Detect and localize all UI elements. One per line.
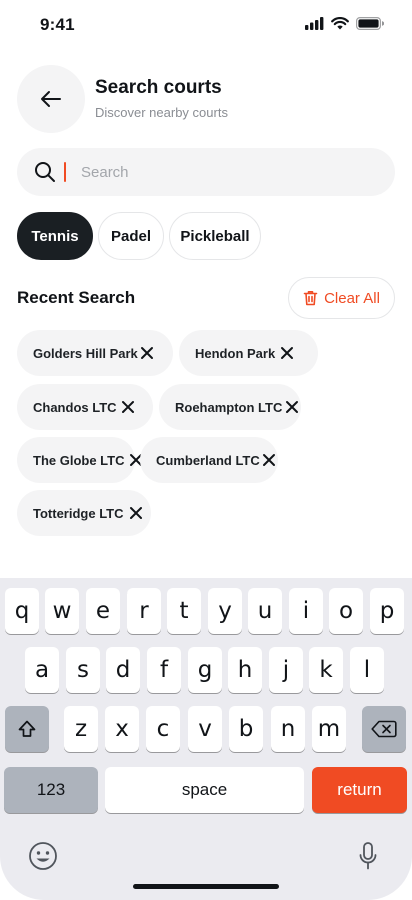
numbers-key[interactable]: 123 xyxy=(4,767,98,813)
back-button[interactable] xyxy=(17,65,85,133)
close-icon[interactable] xyxy=(277,343,297,363)
key-j[interactable]: j xyxy=(269,647,303,693)
status-bar: 9:41 xyxy=(0,0,412,52)
shift-key[interactable] xyxy=(5,706,49,752)
key-w[interactable]: w xyxy=(45,588,79,634)
recent-search-title: Recent Search xyxy=(17,288,136,307)
recent-tag-label: Golders Hill Park xyxy=(33,345,138,361)
key-e[interactable]: e xyxy=(86,588,120,634)
recent-tag-label: Hendon Park xyxy=(195,345,276,361)
key-l[interactable]: l xyxy=(350,647,384,693)
close-icon[interactable] xyxy=(137,343,157,363)
recent-tag-label: Chandos LTC xyxy=(33,399,117,415)
filter-chip-pickleball[interactable]: Pickleball xyxy=(169,212,261,260)
close-icon[interactable] xyxy=(126,503,146,523)
wifi-icon xyxy=(331,17,349,30)
status-time: 9:41 xyxy=(40,15,75,34)
emoji-button[interactable] xyxy=(27,840,59,872)
key-s[interactable]: s xyxy=(66,647,100,693)
keyboard: q w e r t y u i o p a s d f g h j k l z … xyxy=(0,578,412,900)
clear-all-button[interactable]: Clear All xyxy=(288,277,395,319)
backspace-icon xyxy=(371,720,397,738)
recent-tag[interactable]: Totteridge LTC xyxy=(17,490,151,536)
page-subtitle: Discover nearby courts xyxy=(95,105,228,120)
phone-screen: 9:41 Search courts Discover nearby court… xyxy=(0,0,412,900)
recent-tag-label: The Globe LTC xyxy=(33,452,125,468)
dictation-button[interactable] xyxy=(354,840,382,872)
key-n[interactable]: n xyxy=(271,706,305,752)
recent-tag[interactable]: Roehampton LTC xyxy=(159,384,301,430)
key-z[interactable]: z xyxy=(64,706,98,752)
arrow-left-icon xyxy=(41,91,61,107)
backspace-key[interactable] xyxy=(362,706,406,752)
battery-icon xyxy=(356,17,384,30)
recent-tag[interactable]: Chandos LTC xyxy=(17,384,153,430)
cellular-signal-icon xyxy=(305,17,324,30)
home-indicator xyxy=(133,884,279,889)
text-cursor xyxy=(64,162,66,182)
key-a[interactable]: a xyxy=(25,647,59,693)
key-d[interactable]: d xyxy=(106,647,140,693)
key-u[interactable]: u xyxy=(248,588,282,634)
key-h[interactable]: h xyxy=(228,647,262,693)
search-bar[interactable] xyxy=(17,148,395,196)
emoji-icon xyxy=(29,842,57,870)
key-p[interactable]: p xyxy=(370,588,404,634)
search-icon xyxy=(35,162,55,182)
recent-tag[interactable]: Cumberland LTC xyxy=(140,437,278,483)
key-i[interactable]: i xyxy=(289,588,323,634)
key-x[interactable]: x xyxy=(105,706,139,752)
search-input[interactable] xyxy=(81,160,381,184)
recent-tag[interactable]: Golders Hill Park xyxy=(17,330,173,376)
key-v[interactable]: v xyxy=(188,706,222,752)
filter-chip-tennis[interactable]: Tennis xyxy=(17,212,93,260)
microphone-icon xyxy=(359,842,377,870)
recent-tag[interactable]: Hendon Park xyxy=(179,330,318,376)
filter-chip-padel[interactable]: Padel xyxy=(98,212,164,260)
space-key[interactable]: space xyxy=(105,767,304,813)
key-q[interactable]: q xyxy=(5,588,39,634)
close-icon[interactable] xyxy=(118,397,138,417)
status-icons xyxy=(305,17,384,30)
page-title: Search courts xyxy=(95,77,222,98)
close-icon[interactable] xyxy=(282,397,302,417)
recent-tag-label: Roehampton LTC xyxy=(175,399,283,415)
key-b[interactable]: b xyxy=(229,706,263,752)
key-t[interactable]: t xyxy=(167,588,201,634)
trash-icon xyxy=(303,291,318,306)
recent-tag-label: Totteridge LTC xyxy=(33,505,124,521)
clear-all-label: Clear All xyxy=(324,289,380,307)
key-g[interactable]: g xyxy=(188,647,222,693)
close-icon[interactable] xyxy=(259,450,279,470)
shift-arrow-icon xyxy=(18,720,36,737)
key-y[interactable]: y xyxy=(208,588,242,634)
recent-tag-label: Cumberland LTC xyxy=(156,452,260,468)
key-r[interactable]: r xyxy=(127,588,161,634)
key-k[interactable]: k xyxy=(309,647,343,693)
key-o[interactable]: o xyxy=(329,588,363,634)
return-key[interactable]: return xyxy=(312,767,407,813)
key-m[interactable]: m xyxy=(312,706,346,752)
key-f[interactable]: f xyxy=(147,647,181,693)
key-c[interactable]: c xyxy=(146,706,180,752)
recent-tag[interactable]: The Globe LTC xyxy=(17,437,142,483)
